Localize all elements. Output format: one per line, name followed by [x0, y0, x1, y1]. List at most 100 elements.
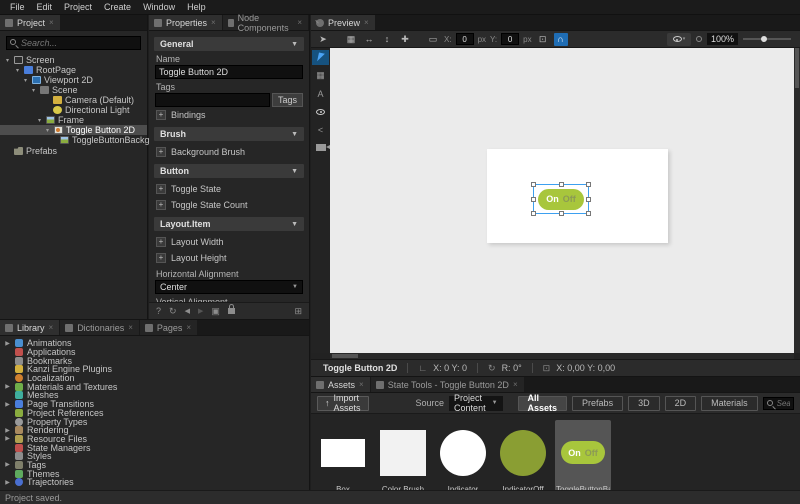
interact-tool-icon[interactable]: ➤	[316, 33, 330, 46]
tree-item-prefabs[interactable]: Prefabs	[0, 146, 147, 156]
zoom-level[interactable]: 100%	[707, 33, 738, 45]
scrollbar-thumb[interactable]	[795, 48, 799, 88]
add-icon[interactable]: +	[156, 237, 166, 247]
tab-project[interactable]: Project ×	[0, 15, 60, 30]
section-layout-item[interactable]: Layout.Item ▼	[154, 217, 304, 231]
add-icon[interactable]: +	[156, 200, 166, 210]
close-icon[interactable]: ×	[211, 19, 216, 27]
filter-2d[interactable]: 2D	[665, 396, 697, 411]
scrollbar-thumb[interactable]	[332, 354, 358, 358]
tree-item-camera[interactable]: Camera (Default)	[0, 95, 147, 105]
tab-properties[interactable]: Properties ×	[149, 15, 222, 30]
import-assets-button[interactable]: ↑ Import Assets	[317, 396, 369, 411]
toggle-state-row[interactable]: + Toggle State	[149, 181, 309, 197]
expander-icon[interactable]: ▶	[4, 340, 11, 347]
tree-item-rootpage[interactable]: ▾ RootPage	[0, 65, 147, 75]
fit-horizontal-icon[interactable]: ↔	[362, 33, 376, 46]
refresh-icon[interactable]: ↻	[169, 306, 177, 317]
close-icon[interactable]: ×	[186, 324, 191, 332]
toggle-button-2d[interactable]: On Off	[538, 189, 584, 210]
expander-icon[interactable]: ▾	[14, 67, 21, 74]
tags-field[interactable]	[155, 93, 270, 107]
close-icon[interactable]: ×	[128, 324, 133, 332]
tab-preview[interactable]: Preview ×	[311, 15, 375, 30]
library-item-styles[interactable]: Styles	[4, 452, 309, 461]
menu-edit[interactable]: Edit	[31, 1, 59, 13]
close-icon[interactable]: ×	[49, 324, 54, 332]
close-icon[interactable]: ×	[364, 19, 369, 27]
visibility-tool[interactable]	[312, 104, 329, 119]
fit-vertical-icon[interactable]: ↕	[380, 33, 394, 46]
project-search-input[interactable]	[6, 36, 141, 50]
asset-box[interactable]: Box	[315, 420, 371, 496]
camera-tool[interactable]	[312, 140, 329, 155]
toggle-state-count-row[interactable]: + Toggle State Count	[149, 197, 309, 213]
menu-project[interactable]: Project	[58, 1, 98, 13]
asset-indicator-off[interactable]: IndicatorOff	[495, 420, 551, 496]
forward-icon[interactable]: ▶	[198, 307, 203, 315]
tree-item-viewport-2d[interactable]: ▾ Viewport 2D	[0, 75, 147, 85]
expander-icon[interactable]: ▶	[4, 427, 11, 434]
back-icon[interactable]: ◀	[185, 307, 190, 315]
rect-tool-icon[interactable]: ▭	[426, 33, 440, 46]
section-general[interactable]: General ▼	[154, 37, 304, 51]
background-brush-row[interactable]: + Background Brush	[149, 144, 309, 160]
menu-help[interactable]: Help	[181, 1, 212, 13]
zoom-slider[interactable]	[743, 38, 791, 40]
filter-3d[interactable]: 3D	[628, 396, 660, 411]
expander-icon[interactable]: ▶	[4, 435, 11, 442]
library-item-trajectories[interactable]: ▶Trajectories	[4, 478, 309, 487]
tab-library[interactable]: Library ×	[0, 320, 59, 335]
tab-dictionaries[interactable]: Dictionaries ×	[60, 320, 139, 335]
text-tool[interactable]: A	[312, 86, 329, 101]
expander-icon[interactable]: ▾	[30, 87, 37, 94]
asset-color-brush[interactable]: Color Brush	[375, 420, 431, 496]
tangent-tool[interactable]: <	[312, 122, 329, 137]
tab-state-tools[interactable]: State Tools - Toggle Button 2D ×	[371, 377, 524, 392]
visibility-button[interactable]: ▾	[667, 33, 691, 46]
filter-all-assets[interactable]: All Assets	[518, 396, 568, 411]
menu-window[interactable]: Window	[137, 1, 181, 13]
add-icon[interactable]: +	[156, 253, 166, 263]
add-property-icon[interactable]: ⊞	[294, 306, 302, 317]
asset-indicator[interactable]: Indicator	[435, 420, 491, 496]
expander-icon[interactable]: ▶	[4, 461, 11, 468]
vertical-scrollbar[interactable]	[794, 48, 800, 353]
close-icon[interactable]: ×	[359, 381, 364, 389]
menu-file[interactable]: File	[4, 1, 31, 13]
add-icon[interactable]: +	[156, 110, 166, 120]
tab-assets[interactable]: Assets ×	[311, 377, 370, 392]
resize-handle[interactable]	[531, 211, 536, 216]
resize-handle[interactable]	[586, 197, 591, 202]
tree-item-toggle-button-2d[interactable]: ▾ Toggle Button 2D	[0, 125, 147, 135]
tree-item-frame[interactable]: ▾ Frame	[0, 115, 147, 125]
resize-handle[interactable]	[559, 211, 564, 216]
layout-width-row[interactable]: + Layout Width	[149, 234, 309, 250]
section-brush[interactable]: Brush ▼	[154, 127, 304, 141]
pin-icon[interactable]: ▣	[211, 306, 220, 317]
asset-togglebuttonbackground[interactable]: On Off ToggleButtonBac...	[555, 420, 611, 496]
expander-icon[interactable]: ▾	[36, 117, 43, 124]
resize-handle[interactable]	[531, 197, 536, 202]
tab-pages[interactable]: Pages ×	[140, 320, 197, 335]
move-tool-icon[interactable]: ✚	[398, 33, 412, 46]
close-icon[interactable]: ×	[297, 19, 302, 27]
tree-item-scene[interactable]: ▾ Scene	[0, 85, 147, 95]
y-input[interactable]	[501, 33, 519, 45]
filter-materials[interactable]: Materials	[701, 396, 758, 411]
tab-node-components[interactable]: Node Components ×	[223, 15, 308, 30]
expander-icon[interactable]: ▶	[4, 401, 11, 408]
tree-item-togglebuttonbackground[interactable]: ToggleButtonBackground	[0, 135, 147, 145]
resize-handle[interactable]	[531, 182, 536, 187]
add-icon[interactable]: +	[156, 147, 166, 157]
tags-button[interactable]: Tags	[272, 93, 303, 107]
expander-icon[interactable]: ▾	[44, 127, 51, 134]
x-input[interactable]	[456, 33, 474, 45]
snap-magnet-icon[interactable]: ∩	[554, 33, 568, 46]
select-tool[interactable]	[312, 50, 329, 65]
filter-prefabs[interactable]: Prefabs	[572, 396, 623, 411]
preview-canvas[interactable]: On Off	[330, 48, 794, 353]
expander-icon[interactable]: ▶	[4, 383, 11, 390]
zoom-slider-knob[interactable]	[761, 36, 767, 42]
grid-overlay-tool[interactable]: ▦	[312, 68, 329, 83]
